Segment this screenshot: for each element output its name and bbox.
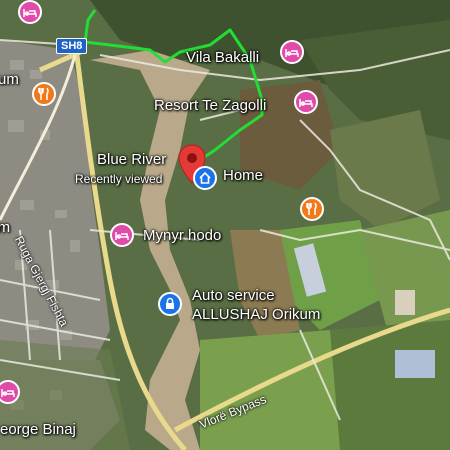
- place-label-resort-te-zagolli[interactable]: Resort Te Zagolli: [154, 97, 266, 115]
- partial-place-label: ium: [0, 219, 11, 236]
- bed-icon[interactable]: [18, 0, 42, 24]
- destination-subtitle: Recently viewed: [75, 172, 163, 186]
- lock-icon[interactable]: [158, 292, 182, 316]
- partial-place-label: um: [0, 71, 19, 88]
- fork-knife-icon[interactable]: [32, 82, 56, 106]
- place-label-auto-service-line2[interactable]: ALLUSHAJ Orikum: [192, 306, 320, 324]
- place-label-george-binaj[interactable]: eorge Binaj: [0, 421, 76, 439]
- place-label-vila-bakalli[interactable]: Vila Bakalli: [186, 49, 259, 67]
- satellite-map[interactable]: SH8 um ium Vila Bakalli Resort Te Zagoll…: [0, 0, 450, 450]
- bed-icon[interactable]: [110, 223, 134, 247]
- home-icon[interactable]: [193, 166, 217, 190]
- bed-icon[interactable]: [280, 40, 304, 64]
- highway-shield: SH8: [56, 38, 88, 54]
- map-terrain: [0, 0, 450, 450]
- place-label-home[interactable]: Home: [223, 167, 263, 185]
- bed-icon[interactable]: [294, 90, 318, 114]
- place-label-auto-service[interactable]: Auto service: [192, 287, 275, 305]
- destination-name[interactable]: Blue River: [97, 151, 166, 169]
- fork-knife-icon[interactable]: [300, 197, 324, 221]
- place-label-mynyr-hodo[interactable]: Mynyr hodo: [143, 227, 221, 245]
